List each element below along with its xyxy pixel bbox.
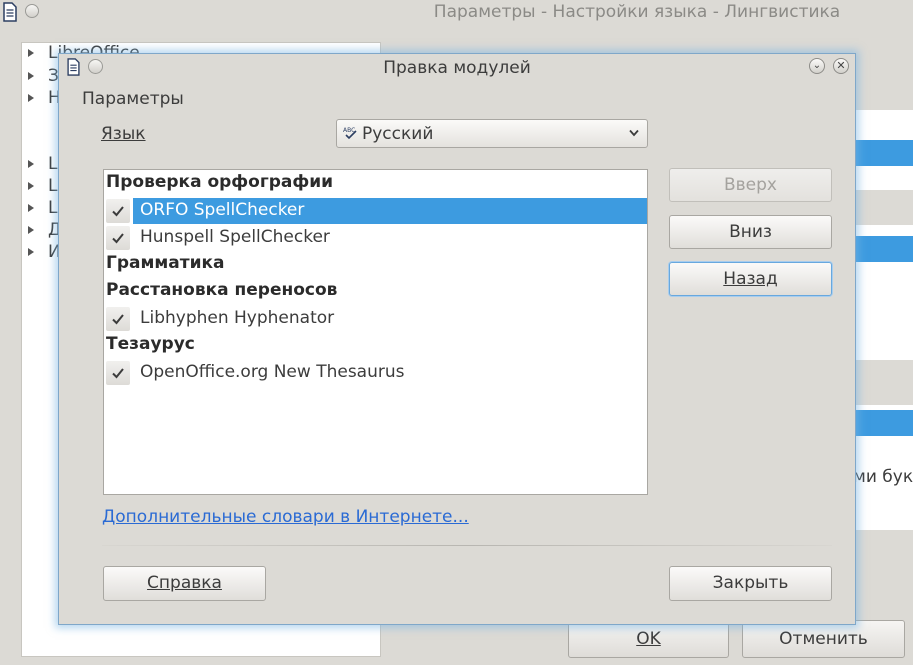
- background-selection-strip: [853, 410, 913, 436]
- checkmark-icon: [112, 314, 124, 325]
- modules-list[interactable]: Проверка орфографии ORFO SpellChecker Huns…: [103, 169, 648, 495]
- spellcheck-language-icon: ABC: [343, 127, 357, 140]
- module-label: Libhyphen Hyphenator: [140, 308, 335, 328]
- tree-item[interactable]: Н: [28, 88, 61, 110]
- module-item[interactable]: OpenOffice.org New Thesaurus: [104, 360, 647, 386]
- ok-button[interactable]: OK: [568, 620, 729, 658]
- checkmark-icon: [112, 233, 124, 244]
- background-partial-text: ми букв: [853, 467, 913, 487]
- checkmark-icon: [112, 206, 124, 217]
- module-label: ORFO SpellChecker: [140, 200, 305, 220]
- minimize-icon[interactable]: ⌄: [809, 58, 825, 74]
- cancel-button[interactable]: Отменить: [742, 620, 905, 658]
- tree-item[interactable]: L: [28, 176, 57, 198]
- back-button[interactable]: Назад: [669, 262, 832, 296]
- more-dictionaries-link[interactable]: Дополнительные словари в Интернете...: [102, 507, 469, 527]
- dialog-titlebar: Правка модулей ⌄ ✕: [59, 54, 855, 82]
- tree-item[interactable]: L: [28, 198, 57, 220]
- tree-item[interactable]: З: [28, 66, 59, 88]
- module-label: Hunspell SpellChecker: [140, 227, 330, 247]
- move-up-button[interactable]: Вверх: [669, 168, 832, 202]
- language-select[interactable]: ABC Русский: [336, 119, 648, 148]
- chevron-down-icon: [629, 129, 639, 137]
- module-item[interactable]: ORFO SpellChecker: [104, 198, 647, 224]
- module-checkbox[interactable]: [106, 361, 130, 385]
- tree-item[interactable]: И: [28, 242, 61, 264]
- move-down-button[interactable]: Вниз: [669, 215, 832, 249]
- tree-item[interactable]: L: [28, 154, 57, 176]
- tree-expander-icon[interactable]: [28, 226, 34, 234]
- module-checkbox[interactable]: [106, 307, 130, 331]
- background-selection-strip: [853, 140, 913, 166]
- help-button[interactable]: Справка: [103, 566, 266, 601]
- background-selection-strip: [853, 236, 913, 262]
- module-category-header: Тезаурус: [106, 334, 195, 354]
- tree-expander-icon[interactable]: [28, 72, 34, 80]
- tree-expander-icon[interactable]: [28, 94, 34, 102]
- tree-expander-icon[interactable]: [28, 160, 34, 168]
- edit-modules-dialog: Правка модулей ⌄ ✕ Параметры Язык ABC Ру…: [58, 53, 856, 625]
- module-item[interactable]: Libhyphen Hyphenator: [104, 306, 647, 332]
- language-label: Язык: [101, 124, 146, 144]
- close-button[interactable]: Закрыть: [669, 566, 832, 601]
- checkmark-icon: [112, 368, 124, 379]
- module-category-header: Расстановка переносов: [106, 280, 338, 300]
- module-category-header: Проверка орфографии: [106, 172, 334, 192]
- close-icon[interactable]: ✕: [833, 58, 849, 74]
- module-checkbox[interactable]: [106, 226, 130, 250]
- tree-item[interactable]: Д: [28, 220, 61, 242]
- divider: [102, 545, 832, 546]
- language-value: Русский: [362, 124, 434, 144]
- tree-item-label: L: [48, 176, 58, 196]
- tree-expander-icon[interactable]: [28, 49, 34, 57]
- background-titlebar: Параметры - Настройки языка - Лингвистик…: [0, 0, 913, 26]
- tree-item-label: L: [48, 154, 58, 174]
- dialog-title: Правка модулей: [383, 58, 531, 78]
- module-item[interactable]: Hunspell SpellChecker: [104, 225, 647, 251]
- tree-expander-icon[interactable]: [28, 182, 34, 190]
- module-checkbox[interactable]: [106, 199, 130, 223]
- module-label: OpenOffice.org New Thesaurus: [140, 362, 405, 382]
- tree-expander-icon[interactable]: [28, 204, 34, 212]
- background-window-title: Параметры - Настройки языка - Лингвистик…: [433, 2, 841, 22]
- tree-item-label: L: [48, 198, 58, 218]
- tree-expander-icon[interactable]: [28, 248, 34, 256]
- module-category-header: Грамматика: [106, 253, 225, 273]
- parameters-group-label: Параметры: [82, 89, 184, 109]
